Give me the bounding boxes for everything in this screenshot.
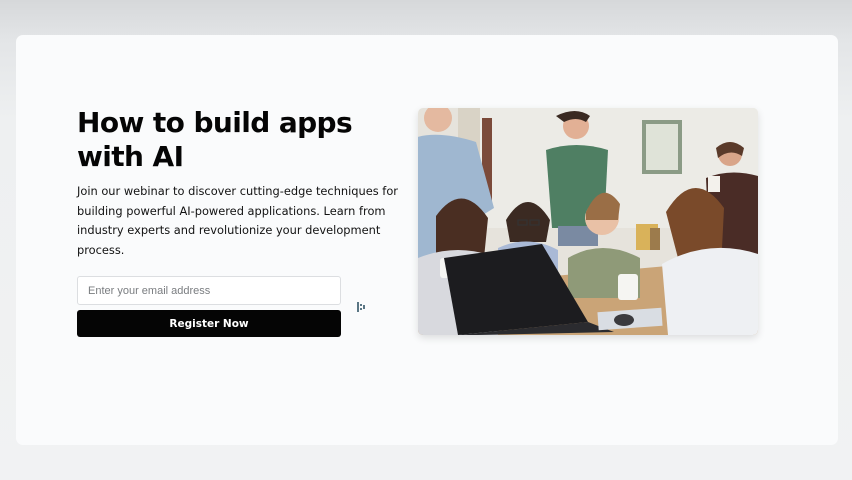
- email-input[interactable]: [77, 276, 341, 305]
- grip-cursor-icon: [357, 300, 365, 312]
- register-button[interactable]: Register Now: [77, 310, 341, 337]
- page-title: How to build apps with AI: [77, 106, 353, 173]
- hero-photo: [418, 108, 758, 335]
- hero-card: How to build apps with AI Join our webin…: [16, 35, 838, 445]
- webinar-description: Join our webinar to discover cutting-edg…: [77, 184, 398, 257]
